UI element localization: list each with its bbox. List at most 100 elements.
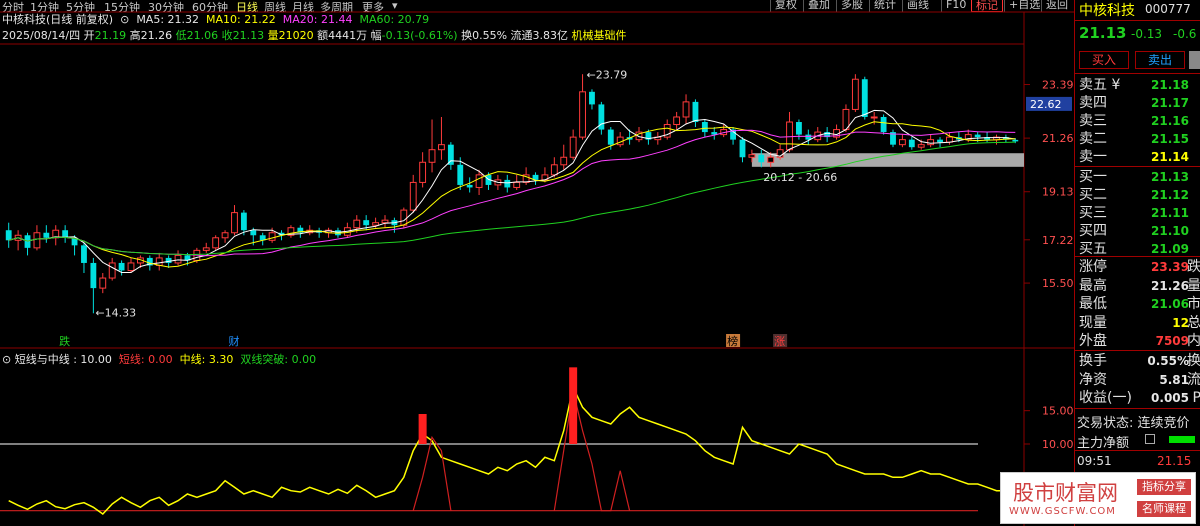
stat-1-cut: 量 xyxy=(1187,277,1200,294)
stat2-2-value: 0.005 xyxy=(1151,391,1189,405)
watermark-logo: 股市财富网 WWW.GSCFW.COM 指标分享 名师课程 xyxy=(1000,472,1196,524)
panel-scroll-handle[interactable] xyxy=(1189,51,1200,69)
watermark-tag-share: 指标分享 xyxy=(1137,479,1191,495)
price-axis-label-0: 23.39 xyxy=(1042,79,1074,92)
candle-body-down xyxy=(81,245,87,263)
stat-3: 现量 12 总 xyxy=(1079,314,1200,332)
ma20-line xyxy=(8,129,1016,257)
event-marker-2: 榜 xyxy=(727,334,738,348)
cross-value: 0.00 xyxy=(291,353,317,366)
stat2-1: 净资 5.81 流 xyxy=(1079,371,1200,389)
indicator-settings-icon[interactable]: ⊙ xyxy=(2,353,11,366)
bid-level-2-value: 21.12 xyxy=(1151,188,1189,202)
candle-body-up xyxy=(917,144,925,148)
price-axis-label-2: 19.13 xyxy=(1042,186,1074,199)
ask-level-4-value: 21.17 xyxy=(1151,96,1189,110)
stat-3-label: 现量 xyxy=(1079,314,1107,331)
main-flow-toggle-icon[interactable] xyxy=(1145,434,1155,444)
ind-axis-label-0: 15.00 xyxy=(1042,405,1074,418)
candle-body-down xyxy=(908,139,915,148)
candle-body-up xyxy=(851,78,859,110)
candle-body-up xyxy=(870,116,878,119)
candle-body-down xyxy=(692,101,699,123)
quote-panel: 中核科技 000777 21.13 -0.13 -0.6 买入 卖出 卖五 ¥ 2… xyxy=(1074,0,1200,526)
sell-button[interactable]: 卖出 xyxy=(1135,51,1185,69)
candle-body-down xyxy=(589,91,595,105)
candle-body-up xyxy=(231,212,238,234)
price-axis-label-4: 15.50 xyxy=(1042,277,1074,290)
candle-body-down xyxy=(974,134,981,138)
ask-level-1-value: 21.14 xyxy=(1151,150,1189,164)
bid-level-1-label: 买一 xyxy=(1079,169,1107,185)
ind-breakout-signal-1 xyxy=(569,367,578,444)
indicator-title-line: ⊙ 短线与中线 : 10.00 短线: 0.00 中线: 3.30 双线突破: … xyxy=(2,353,316,366)
panel-change-pct: -0.6 xyxy=(1173,27,1197,41)
candle-body-down xyxy=(240,212,247,231)
candle-body-up xyxy=(786,121,793,151)
ma5-line xyxy=(8,109,1016,273)
candle-body-down xyxy=(880,116,887,133)
kline-chart[interactable]: 23.39 21.26 19.13 17.22 15.50 22.62 15.00 10.00… xyxy=(0,0,1074,526)
candle-body-up xyxy=(579,91,586,138)
candle-body-down xyxy=(43,232,50,238)
stat2-0-value: 0.55% xyxy=(1147,354,1189,368)
ind-axis-label-1: 10.00 xyxy=(1042,438,1074,451)
ask-level-1: 卖一 21.14 xyxy=(1079,148,1200,166)
candle-body-up xyxy=(108,262,116,279)
stat-4: 外盘 7509 内 xyxy=(1079,332,1200,350)
panel-change: -0.13 xyxy=(1131,27,1163,41)
ind-shortline-series xyxy=(412,390,631,512)
ask-level-3: 卖三 21.16 xyxy=(1079,112,1200,130)
stat2-1-label: 净资 xyxy=(1079,371,1107,388)
ind-breakout-signal-0 xyxy=(418,414,427,444)
candle-body-down xyxy=(504,179,511,188)
tick-price: 21.15 xyxy=(1157,454,1192,468)
bid-level-1-value: 21.13 xyxy=(1151,170,1189,184)
stat-2-cut: 市 xyxy=(1187,296,1200,312)
bid-level-1: 买一 21.13 xyxy=(1079,168,1200,186)
current-price-tag-text: 22.62 xyxy=(1030,98,1062,111)
mid-line-value: 3.30 xyxy=(208,353,234,366)
indicator-name: 短线与中线 : 10.00 xyxy=(14,353,112,366)
candle-body-down xyxy=(250,230,257,236)
stat-0: 涨停 23.39 跌 xyxy=(1079,258,1200,276)
buy-button[interactable]: 买入 xyxy=(1079,51,1129,69)
ask-level-2-label: 卖二 xyxy=(1079,131,1107,147)
low-price-annotation: ←14.33 xyxy=(95,307,136,320)
price-axis-label-3: 17.22 xyxy=(1042,234,1074,247)
candle-body-up xyxy=(550,164,558,176)
candle-body-up xyxy=(372,222,380,226)
candle-body-up xyxy=(767,156,775,163)
stat-4-label: 外盘 xyxy=(1079,333,1107,349)
stat2-0: 换手 0.55% 换 xyxy=(1079,352,1200,370)
candle-body-down xyxy=(758,154,765,163)
panel-last-price: 21.13 xyxy=(1079,24,1127,42)
ask-level-4-label: 卖四 xyxy=(1079,95,1107,111)
candle-body-up xyxy=(748,154,756,158)
stat-2-value: 21.06 xyxy=(1151,297,1189,311)
candle-body-up xyxy=(400,209,408,226)
stat-4-cut: 内 xyxy=(1187,333,1200,349)
bid-level-4: 买四 21.10 xyxy=(1079,222,1200,240)
candle-body-up xyxy=(409,181,417,211)
support-zone-label: 20.12 - 20.66 xyxy=(763,171,837,184)
stat-4-value: 7509 xyxy=(1155,334,1189,348)
tick-time: 09:51 xyxy=(1077,454,1112,468)
watermark-title: 股市财富网 xyxy=(1013,481,1118,505)
candle-body-up xyxy=(513,181,521,188)
stat2-2-label: 收益(一) xyxy=(1079,390,1132,406)
candle-body-up xyxy=(438,144,445,151)
event-marker-1: 财 xyxy=(228,334,239,348)
stat-1-value: 21.26 xyxy=(1151,278,1189,293)
bid-level-4-label: 买四 xyxy=(1079,223,1107,239)
short-line-label: 短线: xyxy=(118,353,145,366)
candle-body-down xyxy=(5,230,12,241)
candle-body-down xyxy=(466,184,473,188)
candle-body-down xyxy=(447,144,454,165)
candle-body-up xyxy=(419,161,427,183)
stat-1-label: 最高 xyxy=(1079,277,1107,294)
cross-label: 双线突破: xyxy=(240,353,289,366)
candle-body-down xyxy=(937,139,943,143)
candle-body-up xyxy=(212,237,220,249)
candle-body-up xyxy=(428,149,436,163)
